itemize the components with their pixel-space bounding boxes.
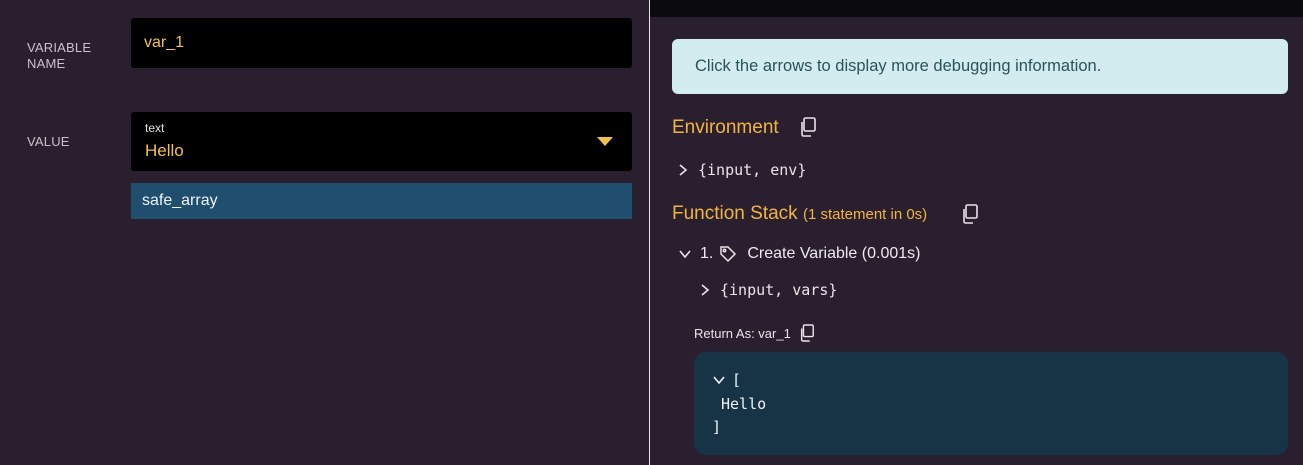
environment-tree-text: {input, env} — [698, 161, 807, 179]
chevron-right-icon[interactable] — [698, 283, 712, 297]
variable-name-label: VARIABLE NAME — [27, 40, 92, 71]
debug-top-bar — [650, 0, 1303, 17]
copy-icon[interactable] — [799, 324, 815, 342]
chevron-right-icon[interactable] — [676, 163, 690, 177]
environment-title-text: Environment — [672, 117, 779, 138]
variable-name-input[interactable] — [131, 18, 632, 68]
result-open-row[interactable]: [ — [712, 371, 741, 389]
variable-form-panel: VARIABLE NAME VALUE text Hello safe_arra… — [0, 0, 649, 465]
copy-icon[interactable] — [961, 204, 979, 224]
function-stack-subtitle: (1 statement in 0s) — [802, 206, 928, 223]
function-stack-title: Function Stack (1 statement in 0s) — [672, 203, 927, 225]
tag-icon — [719, 245, 737, 263]
dropdown-option-safe-array[interactable]: safe_array — [131, 183, 632, 219]
info-banner: Click the arrows to display more debuggi… — [672, 39, 1288, 94]
debug-panel: Click the arrows to display more debuggi… — [650, 0, 1303, 465]
value-text: Hello — [145, 141, 184, 160]
value-type-label: text — [145, 121, 165, 135]
result-open-bracket: [ — [732, 371, 742, 389]
environment-title: Environment — [672, 117, 779, 139]
value-label: VALUE — [27, 134, 70, 149]
statement-index: 1. — [700, 245, 714, 262]
return-as-text: Return As: var_1 — [694, 325, 791, 341]
caret-down-icon[interactable] — [597, 137, 613, 146]
statement-label: Create Variable (0.001s) — [747, 245, 921, 262]
statement-tree-row[interactable]: {input, vars} — [698, 281, 837, 299]
function-stack-title-text: Function Stack — [672, 203, 798, 224]
result-close-bracket: ] — [712, 418, 722, 436]
result-box: [ Hello ] — [694, 352, 1288, 455]
environment-tree-row[interactable]: {input, env} — [676, 161, 806, 179]
statement-tree-text: {input, vars} — [720, 281, 838, 299]
return-as-row: Return As: var_1 — [694, 324, 815, 342]
chevron-down-icon[interactable] — [678, 247, 692, 261]
chevron-down-icon[interactable] — [712, 373, 726, 387]
copy-icon[interactable] — [799, 117, 817, 137]
function-stack-item[interactable]: 1. Create Variable (0.001s) — [678, 245, 920, 263]
value-select[interactable]: text Hello — [131, 112, 632, 171]
app-root: VARIABLE NAME VALUE text Hello safe_arra… — [0, 0, 1303, 465]
result-item: Hello — [721, 395, 767, 413]
